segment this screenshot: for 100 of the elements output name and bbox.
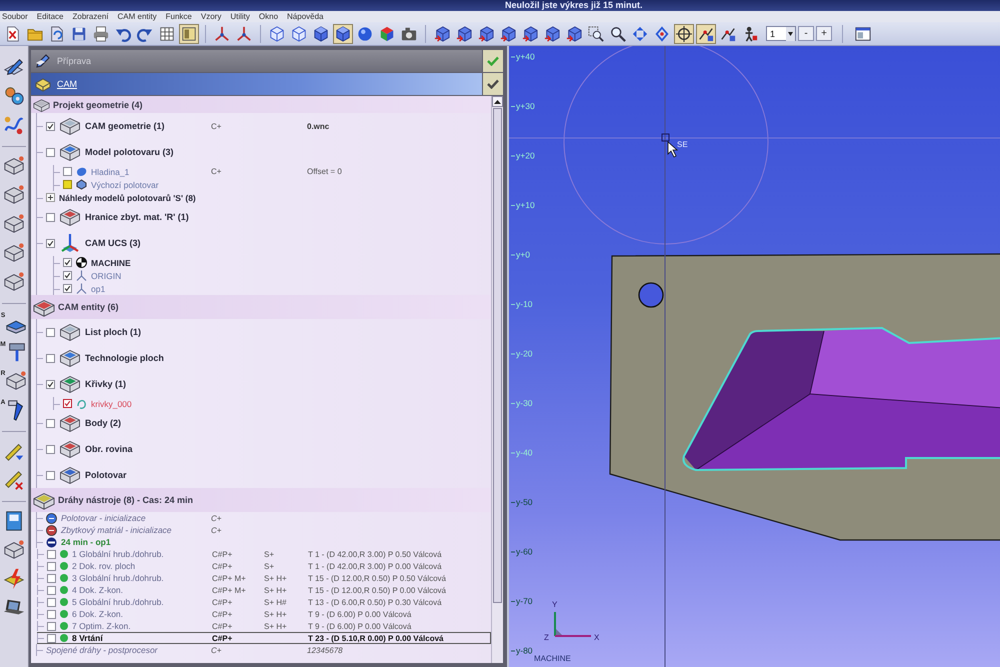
step-button[interactable]: + bbox=[816, 26, 832, 41]
block-icon[interactable] bbox=[3, 213, 25, 235]
tree-label[interactable]: Výchozí polotovar bbox=[91, 180, 159, 190]
menu-item[interactable]: Vzory bbox=[200, 11, 222, 22]
tree-label[interactable]: Spojené dráhy - postprocesor bbox=[46, 645, 158, 655]
curve-icon[interactable] bbox=[3, 114, 25, 136]
expand-icon[interactable] bbox=[46, 193, 55, 202]
section-header[interactable]: Projekt geometrie (4) bbox=[31, 96, 491, 113]
scrollbar[interactable] bbox=[491, 96, 503, 663]
confirm-button[interactable] bbox=[483, 73, 503, 95]
tool-button[interactable] bbox=[564, 24, 584, 44]
tree-label[interactable]: op1 bbox=[91, 284, 106, 294]
tool-button[interactable] bbox=[476, 24, 496, 44]
menu-item[interactable]: Nápověda bbox=[287, 11, 324, 22]
checkbox[interactable] bbox=[46, 380, 55, 388]
tool-button[interactable] bbox=[542, 24, 562, 44]
checkbox[interactable] bbox=[47, 586, 56, 594]
tree-label[interactable]: MACHINE bbox=[91, 258, 131, 268]
step-button[interactable]: - bbox=[798, 26, 814, 41]
tree-label[interactable]: Obr. rovina bbox=[85, 444, 133, 454]
block-icon[interactable] bbox=[3, 242, 25, 264]
checkbox[interactable] bbox=[46, 418, 55, 428]
menu-item[interactable]: Funkce bbox=[166, 11, 192, 22]
circles-icon[interactable] bbox=[3, 85, 25, 107]
checkbox[interactable] bbox=[47, 598, 56, 606]
menu-item[interactable]: Soubor bbox=[2, 11, 28, 22]
tree-label[interactable]: Polotovar bbox=[85, 470, 127, 480]
section-header[interactable]: CAM entity (6) bbox=[31, 295, 491, 319]
toolpath-row[interactable]: 6 Dok. Z-kon. C#P+ S+ H+ T 9 - (D 6.00) P 0.00 Válcová bbox=[37, 608, 491, 620]
checkbox[interactable] bbox=[47, 610, 56, 618]
section-header[interactable]: Dráhy nástroje (8) - Cas: 24 min bbox=[31, 488, 491, 512]
checkbox[interactable] bbox=[63, 258, 72, 267]
toolpath-row[interactable]: 2 Dok. rov. ploch C#P+ S+ T 1 - (D 42.00,R 3.00) P 0.00 Válcová bbox=[37, 560, 491, 572]
toolpath-row[interactable]: 3 Globální hrub./dohrub. C#P+ M+ S+ H+ T 15 - (D 12.00,R 0.50) P 0.50 Válcová bbox=[37, 572, 491, 584]
tool-button[interactable] bbox=[696, 24, 716, 44]
block-icon[interactable] bbox=[3, 271, 25, 293]
tree-label[interactable]: Body (2) bbox=[85, 418, 121, 428]
toolpath-row[interactable]: 8 Vrtání C#P+ T 23 - (D 5.10,R 0.00) P 0.00 Válcová bbox=[37, 632, 491, 644]
checkbox[interactable] bbox=[63, 167, 72, 176]
toolpath-row[interactable]: 4 Dok. Z-kon. C#P+ M+ S+ H+ T 15 - (D 12.00,R 0.50) P 0.00 Válcová bbox=[37, 584, 491, 596]
block-icon[interactable] bbox=[3, 184, 25, 206]
tree-label[interactable]: 24 min - op1 bbox=[61, 537, 111, 547]
tree-label[interactable]: Náhledy modelů polotovarů 'S' (8) bbox=[59, 192, 196, 202]
viewport-canvas[interactable]: y+40 y+30 y+20 y+10 y+0 y-10 y-20 y-30 y-40 y-50 y-60 y-70 y-80 SE Y Z X MACHINE bbox=[507, 46, 1000, 667]
tree-label[interactable]: Technologie ploch bbox=[85, 353, 164, 363]
checkbox[interactable] bbox=[47, 550, 56, 558]
pencil-x-icon[interactable] bbox=[3, 469, 25, 491]
tree-label[interactable]: ORIGIN bbox=[91, 270, 122, 280]
tool-button[interactable] bbox=[498, 24, 518, 44]
tool-button[interactable] bbox=[432, 24, 452, 44]
tree-label[interactable]: Hranice zbyt. mat. 'R' (1) bbox=[85, 212, 189, 222]
checkbox[interactable] bbox=[47, 562, 56, 570]
tool-button[interactable] bbox=[333, 24, 353, 44]
checkbox[interactable] bbox=[47, 634, 56, 642]
checkbox[interactable] bbox=[63, 284, 72, 293]
block-icon[interactable] bbox=[3, 155, 25, 177]
checkbox[interactable] bbox=[63, 271, 72, 280]
tool-button[interactable] bbox=[179, 24, 199, 44]
tree-label[interactable]: krivky_000 bbox=[91, 398, 132, 408]
document-icon[interactable] bbox=[3, 510, 25, 532]
menu-item[interactable]: CAM entity bbox=[118, 11, 157, 22]
tool-button[interactable] bbox=[91, 24, 111, 44]
toolpath-row[interactable]: 7 Optim. Z-kon. C#P+ S+ H+ T 9 - (D 6.00) P 0.00 Válcová bbox=[37, 620, 491, 632]
menu-item[interactable]: Utility bbox=[230, 11, 250, 22]
tree-label[interactable]: 1 Globální hrub./dohrub. bbox=[72, 549, 164, 559]
tree-label[interactable]: Hladina_1 bbox=[91, 166, 130, 176]
tree-label[interactable]: 7 Optim. Z-kon. bbox=[72, 621, 131, 631]
tree-label[interactable]: Zbytkový matriál - inicializace bbox=[61, 525, 172, 535]
tree-label[interactable]: Křivky (1) bbox=[85, 379, 126, 389]
panel-tab[interactable]: CAM bbox=[31, 73, 482, 95]
checkbox[interactable] bbox=[46, 328, 55, 336]
toolpath-row[interactable]: 5 Globální hrub./dohrub. C#P+ S+ H# T 13 - (D 6.00,R 0.50) P 0.30 Válcová bbox=[37, 596, 491, 608]
tree-label[interactable]: 4 Dok. Z-kon. bbox=[72, 585, 124, 595]
checkbox[interactable] bbox=[46, 470, 55, 480]
checkbox[interactable] bbox=[46, 444, 55, 454]
tool-button[interactable] bbox=[586, 24, 606, 44]
menu-item[interactable]: Okno bbox=[258, 11, 278, 22]
tree-label[interactable]: 3 Globální hrub./dohrub. bbox=[72, 573, 164, 583]
block-icon[interactable] bbox=[3, 539, 25, 561]
checkbox[interactable] bbox=[46, 354, 55, 362]
tree-label[interactable]: 5 Globální hrub./dohrub. bbox=[72, 597, 164, 607]
checkbox[interactable] bbox=[46, 148, 55, 156]
checkbox[interactable] bbox=[47, 574, 56, 582]
step-dropdown[interactable]: 1 bbox=[766, 26, 796, 41]
checkbox[interactable] bbox=[63, 399, 72, 408]
tree-label[interactable]: CAM UCS (3) bbox=[85, 238, 140, 248]
checkbox[interactable] bbox=[46, 238, 55, 248]
tree-label[interactable]: 8 Vrtání bbox=[72, 633, 103, 643]
lightning-icon[interactable] bbox=[3, 568, 25, 590]
block-icon[interactable] bbox=[5, 370, 28, 392]
tree-label[interactable]: CAM geometrie (1) bbox=[85, 121, 165, 131]
tool-button[interactable] bbox=[520, 24, 540, 44]
checkbox[interactable] bbox=[47, 622, 56, 630]
tree-label[interactable]: Polotovar - inicializace bbox=[61, 513, 146, 523]
tool-button[interactable] bbox=[454, 24, 474, 44]
tool-button[interactable] bbox=[674, 24, 694, 44]
scroll-up-button[interactable] bbox=[492, 96, 503, 107]
tree-label[interactable]: 6 Dok. Z-kon. bbox=[72, 609, 124, 619]
tree-label[interactable]: 2 Dok. rov. ploch bbox=[72, 561, 136, 571]
tree-label[interactable]: List ploch (1) bbox=[85, 327, 141, 337]
